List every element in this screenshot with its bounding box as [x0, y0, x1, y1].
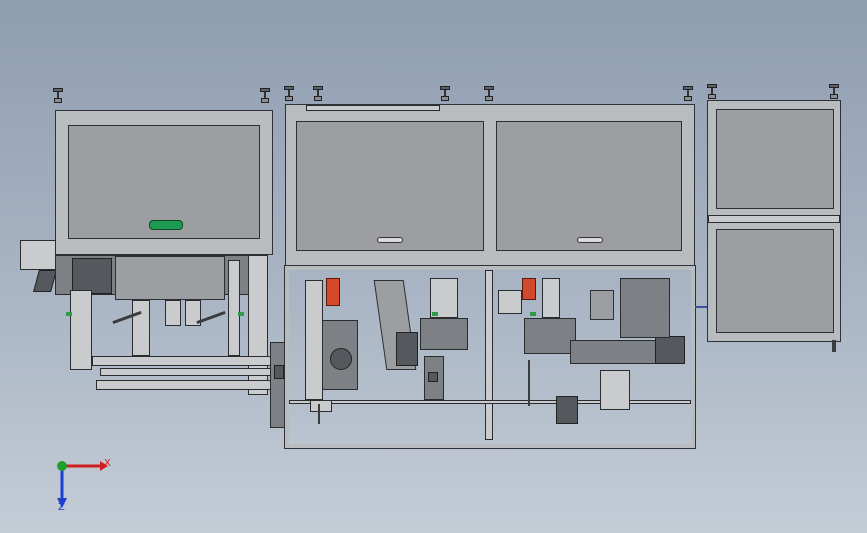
indicator-light — [238, 312, 244, 316]
rod — [528, 360, 530, 406]
gripper — [556, 396, 578, 424]
top-rail — [306, 105, 440, 111]
left-cabinet-door[interactable] — [68, 125, 260, 239]
linear-rail — [96, 380, 272, 390]
cross-bar — [289, 400, 691, 404]
leveling-foot-icon — [440, 86, 450, 102]
linear-actuator — [570, 340, 660, 364]
cad-viewport[interactable]: X Y Z — [0, 0, 867, 533]
sensor — [428, 372, 438, 382]
leveling-foot-icon — [683, 86, 693, 102]
bracket — [498, 290, 522, 314]
vertical-column — [165, 300, 181, 326]
leveling-foot-icon — [707, 84, 717, 100]
leveling-foot-icon — [260, 88, 270, 104]
right-door-upper[interactable] — [716, 109, 834, 209]
motor-face — [330, 348, 352, 370]
base-block — [310, 400, 332, 412]
rod — [318, 404, 320, 424]
motor-block — [655, 336, 685, 364]
z-axis-label: Z — [58, 502, 65, 513]
center-door-right[interactable] — [496, 121, 682, 251]
center-door-left[interactable] — [296, 121, 484, 251]
center-post — [485, 270, 493, 440]
right-cabinet[interactable] — [707, 100, 841, 342]
red-cylinder — [522, 278, 536, 300]
vertical-column — [70, 290, 92, 370]
leveling-foot-icon — [313, 86, 323, 102]
y-axis-dot — [57, 461, 67, 471]
linear-rail — [92, 356, 272, 366]
vertical-column — [132, 300, 150, 356]
spindle-body — [524, 318, 576, 354]
end-plate — [270, 342, 286, 428]
center-cabinet[interactable] — [285, 104, 695, 266]
cable — [832, 340, 836, 352]
plate — [115, 256, 225, 300]
spindle — [542, 278, 560, 318]
vertical-column — [228, 260, 240, 356]
handle-icon[interactable] — [377, 237, 403, 243]
bracket — [33, 270, 57, 292]
indicator-light — [530, 312, 536, 316]
leveling-foot-icon — [53, 88, 63, 104]
motor-block — [72, 258, 112, 294]
handle-icon[interactable] — [577, 237, 603, 243]
frame-block — [620, 278, 670, 338]
column — [305, 280, 323, 400]
red-cylinder — [326, 278, 340, 306]
actuator — [396, 332, 418, 366]
handle-icon[interactable] — [149, 220, 183, 230]
right-door-lower[interactable] — [716, 229, 834, 333]
slide-block — [600, 370, 630, 410]
bracket — [590, 290, 614, 320]
indicator-light — [432, 312, 438, 316]
side-control-box — [20, 240, 56, 270]
sensor — [274, 365, 284, 379]
left-cabinet[interactable] — [55, 110, 273, 255]
leveling-foot-icon — [284, 86, 294, 102]
linear-rail — [100, 368, 272, 376]
spindle-body — [420, 318, 468, 350]
x-axis-label: X — [104, 458, 111, 469]
leveling-foot-icon — [484, 86, 494, 102]
leveling-foot-icon — [829, 84, 839, 100]
shelf-rail — [708, 215, 840, 223]
indicator-light — [66, 312, 72, 316]
